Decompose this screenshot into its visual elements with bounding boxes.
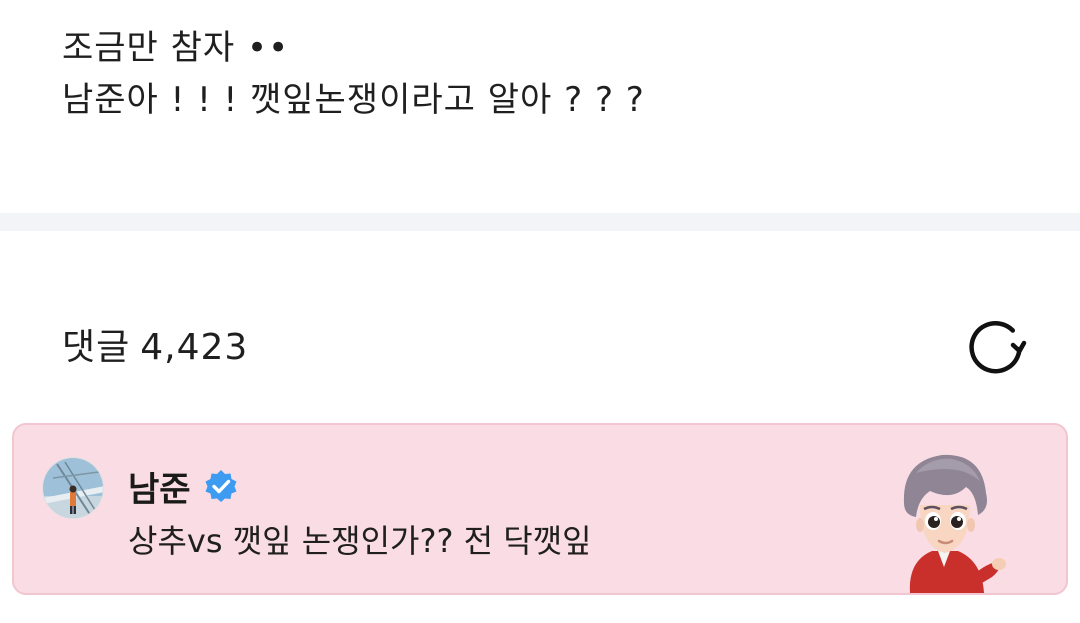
- comments-header: 댓글 4,423: [62, 318, 1030, 378]
- post-text-line-1: 조금만 참자 ••: [62, 28, 290, 68]
- character-sticker: [903, 454, 1006, 593]
- refresh-button[interactable]: [968, 318, 1030, 376]
- comments-title: 댓글 4,423: [62, 324, 248, 372]
- comments-label: 댓글: [62, 327, 131, 368]
- post-text-line-2: 남준아 ! ! ! 깻잎논쟁이라고 알아 ? ? ?: [62, 80, 645, 120]
- avatar[interactable]: [42, 457, 104, 519]
- verified-badge-icon: [205, 470, 237, 502]
- refresh-icon: [969, 320, 1027, 374]
- section-divider: [0, 213, 1080, 231]
- artist-comment-card[interactable]: 남준 상추vs 깻잎 논쟁인가?? 전 닥깻잎: [12, 423, 1068, 595]
- post-body: 조금만 참자 •• 남준아 ! ! ! 깻잎논쟁이라고 알아 ? ? ?: [62, 22, 1042, 126]
- author-name[interactable]: 남준: [128, 462, 191, 511]
- author-row: 남준: [128, 462, 239, 511]
- comments-count: 4,423: [140, 327, 249, 368]
- comment-text: 상추vs 깻잎 논쟁인가?? 전 닥깻잎: [128, 522, 592, 560]
